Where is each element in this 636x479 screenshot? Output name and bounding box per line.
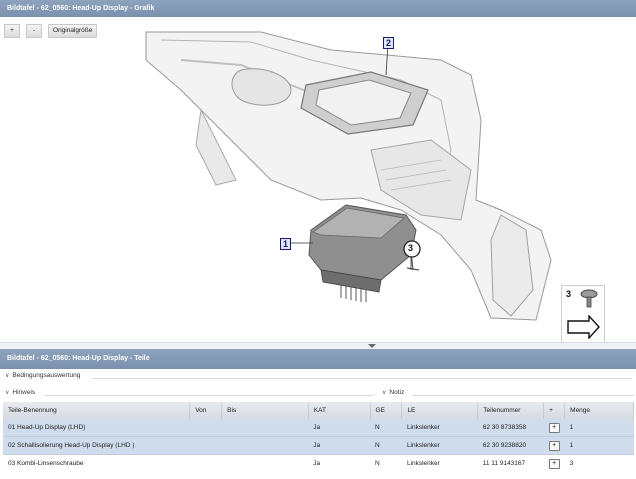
cell-add[interactable]: + (543, 419, 565, 437)
col-header-name[interactable]: Teile-Benennung (3, 402, 191, 419)
cell-add[interactable]: + (543, 436, 565, 455)
chevron-down-icon: ∨ (382, 390, 387, 396)
chevron-down-icon: ∨ (5, 373, 10, 379)
cell-name: 03 Kombi-Linsenschraube (3, 454, 190, 472)
original-size-button[interactable]: Originalgröße (48, 24, 98, 38)
cell-part-number: 62 30 8738358 (477, 419, 544, 437)
add-to-cart-icon[interactable]: + (548, 458, 560, 469)
cell-to (221, 436, 309, 455)
cell-ge: N (370, 454, 402, 472)
cell-le: Linkslenker (401, 419, 478, 437)
graphic-toolbar: + - Originalgröße (4, 24, 98, 38)
cell-kat: Ja (308, 436, 371, 455)
cell-from (189, 436, 222, 455)
hint-section-label: Hinweis (12, 389, 36, 396)
chevron-down-icon: ∨ (5, 390, 10, 396)
cell-kat: Ja (308, 419, 371, 437)
callout-1[interactable]: 1 (280, 238, 292, 250)
conditions-section-label: Bedingungsauswertung (12, 372, 81, 379)
section-divider (92, 378, 632, 379)
graphic-panel-header: Bildtafel - 62_0560: Head-Up Display - G… (0, 0, 636, 17)
hint-section-toggle[interactable]: ∨ Hinweis (5, 389, 35, 396)
col-header-plus[interactable]: + (543, 402, 566, 419)
note-section-toggle[interactable]: ∨ Notiz (382, 389, 404, 396)
arrow-icon (567, 315, 600, 339)
col-header-quantity[interactable]: Menge (564, 402, 634, 419)
table-row[interactable]: 01 Head-Up Display (LHD) Ja N Linkslenke… (3, 419, 634, 437)
collapse-arrow-icon[interactable] (368, 344, 376, 348)
cell-name: 01 Head-Up Display (LHD) (3, 419, 190, 437)
col-header-to[interactable]: Bis (221, 402, 309, 419)
parts-table: Teile-Benennung Von Bis KAT GE LE Teilen… (3, 402, 634, 472)
callout-2[interactable]: 2 (383, 37, 395, 49)
cell-kat: Ja (308, 454, 371, 472)
legend-number: 3 (566, 289, 572, 299)
add-to-cart-icon[interactable]: + (548, 440, 560, 451)
col-header-kat[interactable]: KAT (308, 402, 371, 419)
cell-to (221, 454, 309, 472)
cell-ge: N (370, 419, 402, 437)
screw-icon (580, 289, 598, 308)
col-header-ge[interactable]: GE (370, 402, 403, 419)
col-header-from[interactable]: Von (189, 402, 223, 419)
cell-part-number: 11 11 9143167 (477, 454, 544, 472)
parts-panel-header: Bildtafel - 62_0560: Head-Up Display - T… (0, 349, 636, 369)
cell-quantity: 1 (564, 419, 634, 437)
hud-unit-part (308, 204, 417, 302)
col-header-le[interactable]: LE (401, 402, 479, 419)
cell-name: 02 Schallisolierung Head-Up Display (LHD… (3, 436, 190, 455)
cell-add[interactable]: + (543, 454, 565, 472)
zoom-in-button[interactable]: + (4, 24, 20, 38)
screw-legend-box: 3 (561, 285, 605, 343)
section-divider (45, 395, 373, 396)
cell-from (189, 419, 222, 437)
cell-part-number: 62 30 9238820 (477, 436, 544, 455)
cell-quantity: 3 (564, 454, 634, 472)
add-to-cart-icon[interactable]: + (548, 422, 560, 433)
cell-le: Linkslenker (401, 436, 478, 455)
table-header-row: Teile-Benennung Von Bis KAT GE LE Teilen… (3, 402, 634, 419)
table-row[interactable]: 03 Kombi-Linsenschraube Ja N Linkslenker… (3, 454, 634, 472)
callout-3[interactable]: 3 (408, 243, 413, 253)
cell-ge: N (370, 436, 402, 455)
exploded-view-illustration[interactable] (141, 30, 561, 342)
zoom-out-button[interactable]: - (26, 24, 42, 38)
note-section-label: Notiz (389, 389, 405, 396)
col-header-part-number[interactable]: Teilenummer (477, 402, 545, 419)
cell-quantity: 1 (564, 436, 634, 455)
conditions-section-toggle[interactable]: ∨ Bedingungsauswertung (5, 372, 80, 379)
table-row[interactable]: 02 Schallisolierung Head-Up Display (LHD… (3, 436, 634, 455)
section-divider (412, 395, 634, 396)
cell-le: Linkslenker (401, 454, 478, 472)
cell-from (189, 454, 222, 472)
cell-to (221, 419, 309, 437)
